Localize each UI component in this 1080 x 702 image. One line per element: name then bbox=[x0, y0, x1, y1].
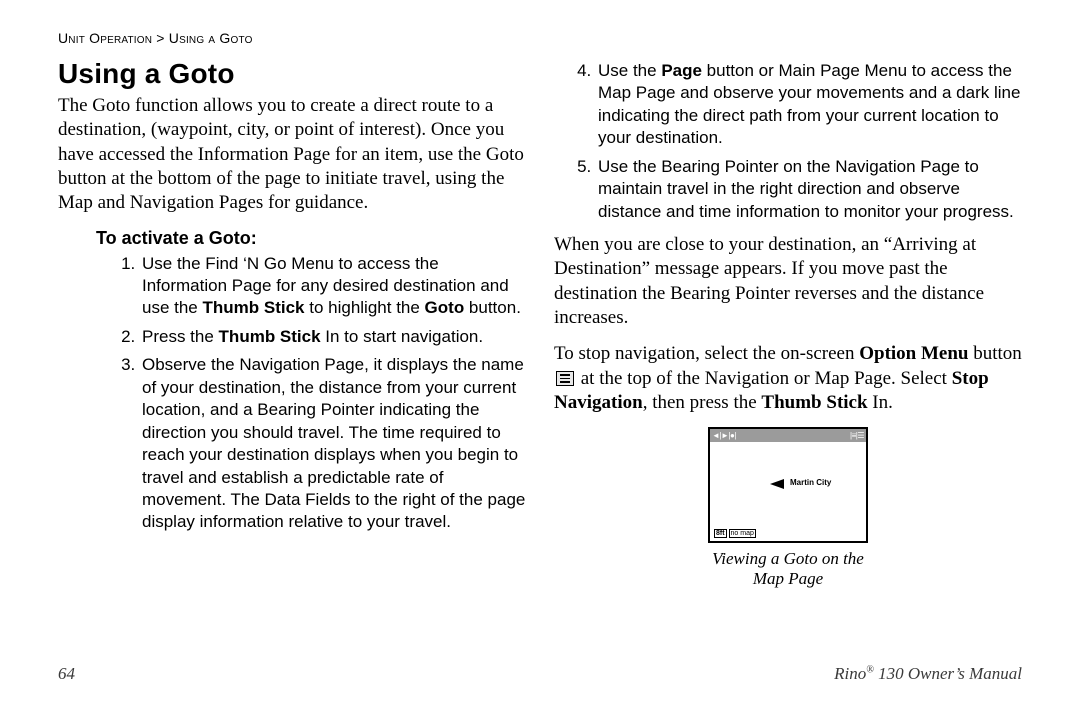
steps-list-right: Use the Page button or Main Page Menu to… bbox=[554, 60, 1022, 223]
menu-icon bbox=[556, 371, 574, 386]
goto-pointer-icon bbox=[770, 479, 784, 489]
p3-c: button bbox=[969, 343, 1022, 364]
step-4-page: Page bbox=[661, 61, 702, 80]
sub-heading: To activate a Goto: bbox=[96, 228, 526, 249]
content-columns: Using a Goto The Goto function allows yo… bbox=[58, 54, 1022, 593]
breadcrumb: Unit Operation > Using a Goto bbox=[58, 30, 1022, 46]
step-4: Use the Page button or Main Page Menu to… bbox=[596, 60, 1022, 150]
p3-thumb-stick: Thumb Stick bbox=[761, 392, 867, 413]
step-2-text-a: Press the bbox=[142, 327, 219, 346]
arriving-paragraph: When you are close to your destination, … bbox=[554, 233, 1022, 330]
p3-h: In. bbox=[868, 392, 893, 413]
page-number: 64 bbox=[58, 664, 75, 684]
p3-d: at the top of the Navigation or Map Page… bbox=[576, 368, 952, 389]
city-label: Martin City bbox=[790, 478, 831, 487]
p3-f: , then press the bbox=[643, 392, 762, 413]
step-4-text-a: Use the bbox=[598, 61, 661, 80]
doc-title-reg: ® bbox=[866, 664, 874, 675]
steps-list-left: Use the Find ‘N Go Menu to access the In… bbox=[96, 253, 526, 534]
breadcrumb-separator: > bbox=[156, 30, 164, 46]
footer: 64 Rino® 130 Owner’s Manual bbox=[58, 664, 1022, 684]
p3-option-menu: Option Menu bbox=[859, 343, 968, 364]
step-3: Observe the Navigation Page, it displays… bbox=[140, 354, 526, 534]
figure-screen: ◄|►|●| |≡|☰ Martin City 8ft no map bbox=[708, 427, 868, 543]
step-1-text-c: to highlight the bbox=[305, 298, 425, 317]
figure: ◄|►|●| |≡|☰ Martin City 8ft no map Viewi… bbox=[708, 427, 868, 589]
left-column: Using a Goto The Goto function allows yo… bbox=[58, 54, 526, 593]
right-column: Use the Page button or Main Page Menu to… bbox=[554, 54, 1022, 593]
scale-box: 8ft no map bbox=[714, 528, 756, 538]
manual-page: Unit Operation > Using a Goto Using a Go… bbox=[0, 0, 1080, 702]
breadcrumb-section: Unit Operation bbox=[58, 30, 152, 46]
doc-title-b: 130 Owner’s Manual bbox=[874, 664, 1022, 683]
breadcrumb-subsection: Using a Goto bbox=[169, 30, 253, 46]
intro-paragraph: The Goto function allows you to create a… bbox=[58, 94, 526, 216]
scale-distance: 8ft bbox=[714, 529, 727, 538]
stop-navigation-paragraph: To stop navigation, select the on-screen… bbox=[554, 342, 1022, 415]
step-5: Use the Bearing Pointer on the Navigatio… bbox=[596, 156, 1022, 223]
step-1: Use the Find ‘N Go Menu to access the In… bbox=[140, 253, 526, 320]
step-1-thumb-stick: Thumb Stick bbox=[203, 298, 305, 317]
step-2-thumb-stick: Thumb Stick bbox=[219, 327, 321, 346]
step-1-text-e: button. bbox=[464, 298, 521, 317]
doc-title: Rino® 130 Owner’s Manual bbox=[834, 664, 1022, 684]
doc-title-a: Rino bbox=[834, 664, 866, 683]
page-title: Using a Goto bbox=[58, 58, 526, 90]
step-2: Press the Thumb Stick In to start naviga… bbox=[140, 326, 526, 348]
figure-caption: Viewing a Goto on the Map Page bbox=[708, 549, 868, 589]
step-2-text-c: In to start navigation. bbox=[321, 327, 484, 346]
step-1-goto: Goto bbox=[425, 298, 465, 317]
figure-topbar: ◄|►|●| |≡|☰ bbox=[710, 429, 866, 442]
topbar-right: |≡|☰ bbox=[850, 431, 864, 440]
scale-nomap: no map bbox=[729, 529, 756, 538]
topbar-left: ◄|►|●| bbox=[712, 431, 736, 440]
p3-a: To stop navigation, select the on-screen bbox=[554, 343, 859, 364]
